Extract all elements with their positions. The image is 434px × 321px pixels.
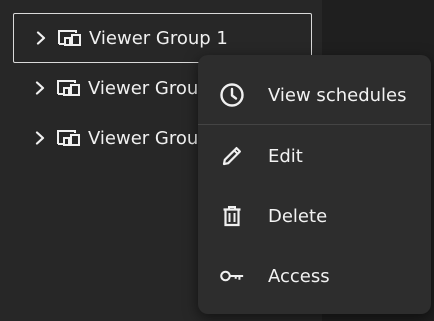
- chevron-right-icon[interactable]: [32, 80, 48, 96]
- menu-item-label: Edit: [268, 145, 303, 167]
- tree-item-label: Viewer Group: [88, 127, 210, 149]
- menu-item-access[interactable]: Access: [198, 251, 431, 301]
- viewer-group-icon: [56, 78, 82, 98]
- pencil-icon: [219, 143, 245, 169]
- menu-item-view-schedules[interactable]: View schedules: [198, 70, 431, 120]
- tree-item-label: Viewer Group 1: [89, 27, 228, 49]
- clock-icon: [219, 82, 245, 108]
- menu-item-label: Access: [268, 265, 330, 287]
- chevron-right-icon[interactable]: [33, 30, 49, 46]
- tree-item-label: Viewer Group: [88, 77, 210, 99]
- context-menu: View schedules Edit Delete Access: [198, 55, 431, 314]
- viewer-group-icon: [56, 128, 82, 148]
- trash-icon: [219, 203, 245, 229]
- key-icon: [219, 263, 245, 289]
- menu-item-label: View schedules: [268, 84, 407, 106]
- menu-item-label: Delete: [268, 205, 328, 227]
- chevron-right-icon[interactable]: [32, 130, 48, 146]
- menu-item-delete[interactable]: Delete: [198, 191, 431, 241]
- menu-item-edit[interactable]: Edit: [198, 131, 431, 181]
- viewer-group-icon: [57, 28, 83, 48]
- menu-divider: [198, 124, 431, 125]
